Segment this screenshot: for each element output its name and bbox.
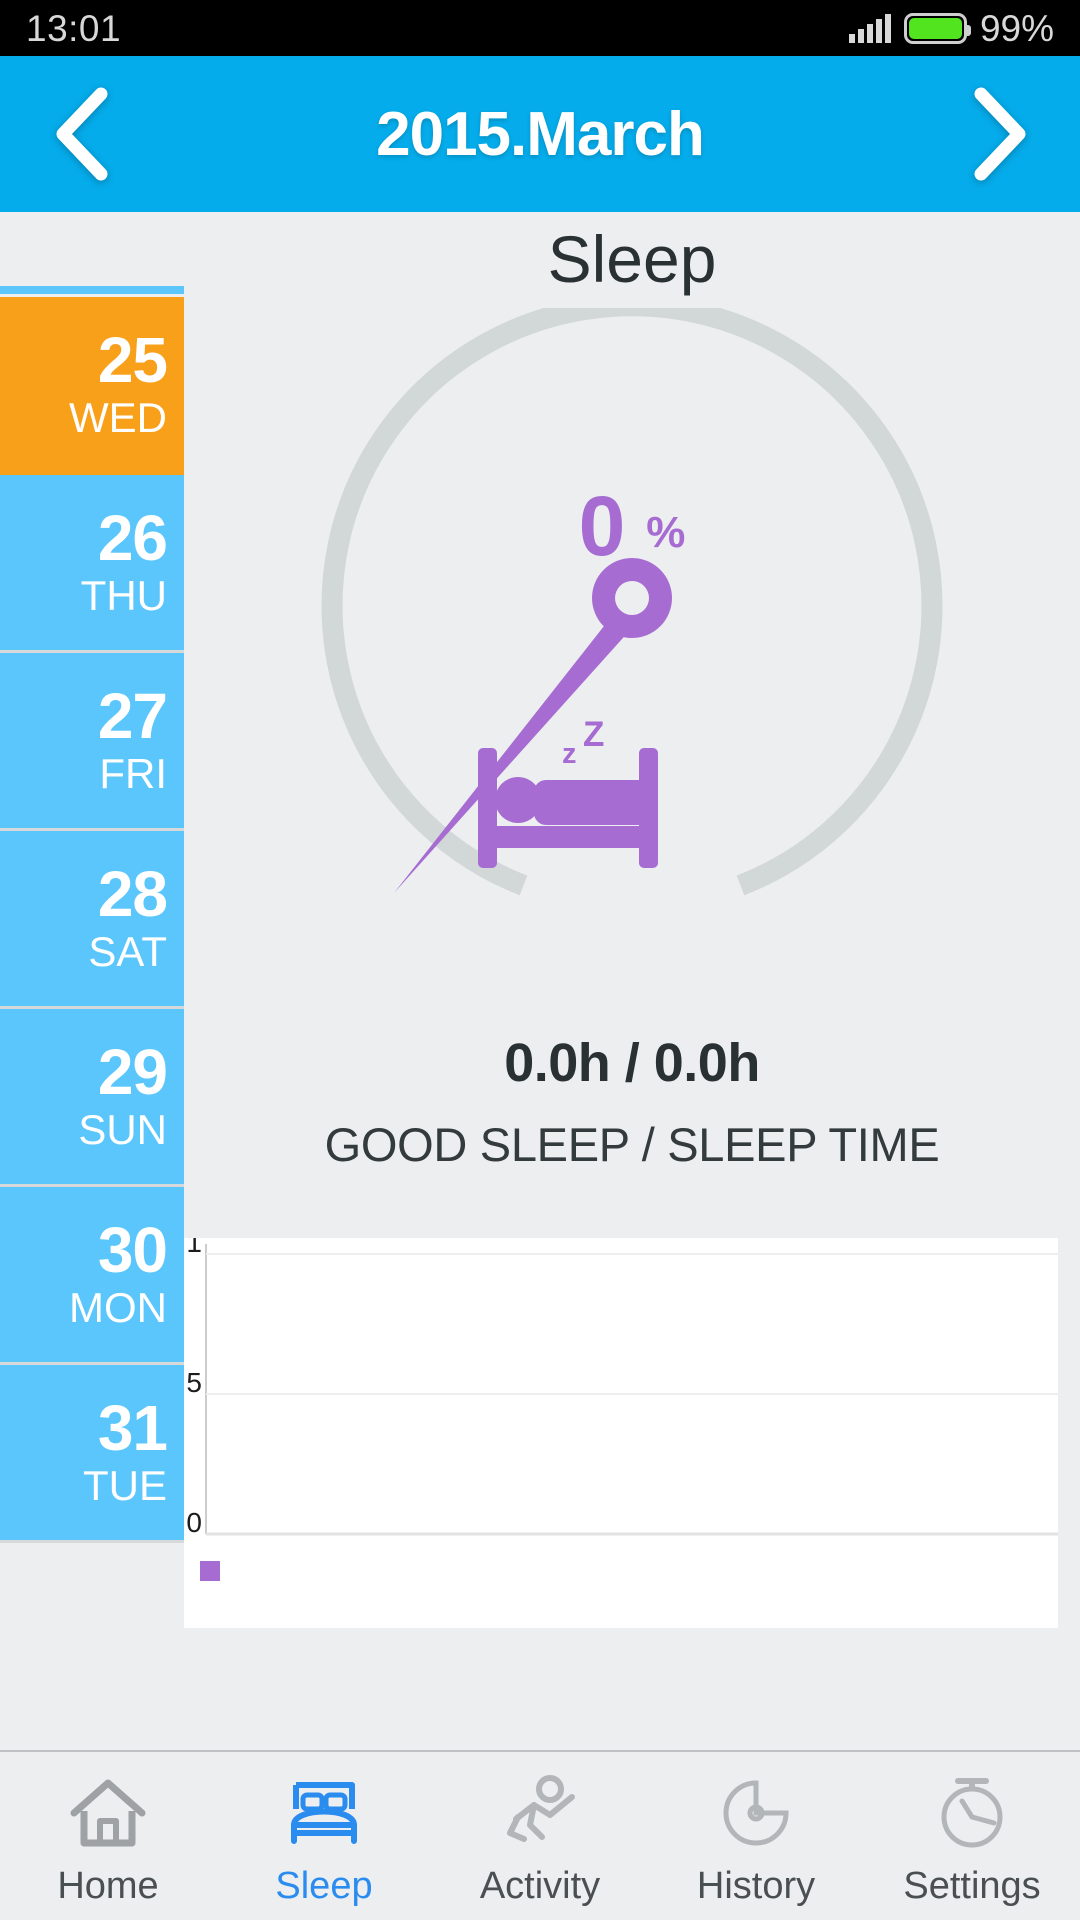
day-number: 26 — [97, 502, 168, 575]
chevron-right-icon — [967, 86, 1031, 182]
running-person-icon — [494, 1767, 586, 1859]
day-number: 27 — [97, 680, 168, 753]
day-weekday: MON — [69, 1283, 167, 1331]
day-weekday: WED — [69, 393, 167, 441]
sleep-gauge: z Z — [184, 308, 1080, 968]
month-header: 2015.March — [0, 56, 1080, 212]
day-number: 28 — [97, 858, 168, 931]
day-number: 30 — [97, 1214, 168, 1287]
sleep-panel: Sleep z Z 0 % 0.0h / 0.0h GOOD SLEEP / S… — [184, 212, 1080, 1238]
day-number: 29 — [97, 1036, 168, 1109]
day-weekday: TUE — [83, 1461, 167, 1509]
day-number: 25 — [97, 324, 168, 397]
tab-label: Activity — [479, 1865, 601, 1907]
day-tile-28[interactable]: 28 SAT — [0, 831, 184, 1009]
tab-home[interactable]: Home — [0, 1752, 216, 1920]
bed-icon — [278, 1767, 370, 1859]
tab-history[interactable]: History — [648, 1752, 864, 1920]
tab-activity[interactable]: Activity — [432, 1752, 648, 1920]
panel-title: Sleep — [547, 222, 717, 296]
content-area: 25 WED 26 THU 27 FRI 28 SAT 29 SUN 30 MO… — [0, 212, 1080, 1750]
day-weekday: SAT — [88, 927, 167, 975]
day-list: 25 WED 26 THU 27 FRI 28 SAT 29 SUN 30 MO… — [0, 297, 184, 1543]
chevron-left-icon — [49, 86, 113, 182]
svg-text:z: z — [562, 738, 577, 770]
date-sidebar[interactable]: 25 WED 26 THU 27 FRI 28 SAT 29 SUN 30 MO… — [0, 212, 184, 1750]
day-tile-27[interactable]: 27 FRI — [0, 653, 184, 831]
tab-settings[interactable]: Settings — [864, 1752, 1080, 1920]
chart-ytick-label: 1 — [186, 1238, 202, 1258]
page-title: 2015.March — [376, 99, 705, 169]
tab-label: History — [696, 1865, 816, 1907]
app-root: 13:01 99% 2015.March 25 WED 26 THU 27 FR… — [0, 0, 1080, 1920]
tab-label: Home — [57, 1865, 159, 1907]
bed-sleep-icon: z Z — [478, 715, 658, 868]
svg-text:Z: Z — [583, 715, 604, 754]
day-weekday: THU — [80, 571, 167, 619]
prev-month-button[interactable] — [44, 86, 118, 182]
day-tile-29[interactable]: 29 SUN — [0, 1009, 184, 1187]
status-time: 13:01 — [26, 7, 122, 49]
day-number: 31 — [97, 1392, 168, 1465]
status-indicators: 99% — [848, 7, 1054, 49]
day-tile-partial[interactable] — [0, 286, 184, 294]
day-tile-30[interactable]: 30 MON — [0, 1187, 184, 1365]
status-bar: 13:01 99% — [0, 0, 1080, 56]
day-tile-31[interactable]: 31 TUE — [0, 1365, 184, 1543]
chart-ytick-label: 0 — [186, 1507, 202, 1538]
chart-legend-marker — [200, 1561, 220, 1581]
battery-percent-label: 99% — [979, 7, 1054, 49]
home-icon — [62, 1767, 154, 1859]
next-month-button[interactable] — [962, 86, 1036, 182]
tab-label: Sleep — [275, 1865, 373, 1907]
cellular-signal-icon — [848, 13, 891, 43]
bottom-tab-bar: Home Sleep Activity History Settings — [0, 1750, 1080, 1920]
tab-label: Settings — [903, 1865, 1041, 1907]
day-weekday: SUN — [78, 1105, 167, 1153]
pie-chart-icon — [710, 1767, 802, 1859]
day-tile-25[interactable]: 25 WED — [0, 297, 184, 475]
sleep-summary-label: GOOD SLEEP / SLEEP TIME — [324, 1118, 940, 1171]
tab-sleep[interactable]: Sleep — [216, 1752, 432, 1920]
day-weekday: FRI — [99, 749, 167, 797]
day-tile-26[interactable]: 26 THU — [0, 475, 184, 653]
stopwatch-icon — [926, 1767, 1018, 1859]
chart-ytick-label: 0.5 — [184, 1367, 202, 1398]
sleep-chart: 1 0.5 0 — [184, 1238, 1058, 1628]
battery-icon — [903, 12, 971, 44]
sleep-summary-value: 0.0h / 0.0h — [504, 1033, 760, 1093]
